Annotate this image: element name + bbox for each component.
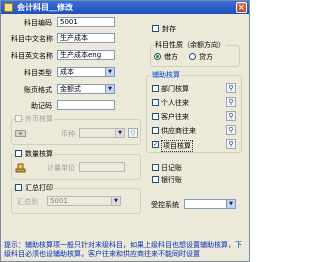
debit-radio[interactable] <box>154 53 161 60</box>
mnemonic-label: 助记码 <box>31 102 52 110</box>
aux-checkbox-project[interactable]: ✓ <box>152 141 159 148</box>
scale-icon <box>15 163 26 173</box>
format-label: 账页格式 <box>24 86 52 94</box>
summary-legend: 汇总打印 <box>24 183 54 193</box>
dialog-window: 会计科目＿修改 × 科目编码 5001 科目中文名称 生产成本 科目英文名称 生… <box>0 0 250 262</box>
mnemonic-input[interactable] <box>57 100 115 110</box>
quantity-legend: 数量核算 <box>24 149 54 159</box>
nature-legend: 科目性质（余额方向） <box>154 40 226 50</box>
aux-checkbox-dept[interactable] <box>152 85 159 92</box>
hint-text: 提示：辅助核算项一般只针对末级科目，如果上级科目也想设置辅助核算，下级科目必须也… <box>4 241 242 258</box>
cn-name-label: 科目中文名称 <box>11 35 53 43</box>
aux-label-supplier: 供应商往来 <box>161 127 196 135</box>
summary-target-label: 汇总到 <box>17 198 38 206</box>
cn-name-input[interactable]: 生产成本 <box>57 33 115 43</box>
chevron-down-icon[interactable]: ▼ <box>226 200 235 208</box>
chevron-down-icon[interactable]: ▼ <box>105 85 114 93</box>
summary-target-value: 5001 <box>50 197 68 205</box>
credit-radio[interactable] <box>189 53 196 60</box>
search-icon[interactable]: ⚲ <box>226 111 236 121</box>
bank-journal-checkbox[interactable] <box>152 176 159 183</box>
bank-journal-label: 银行账 <box>161 176 182 184</box>
code-label: 科目编码 <box>24 19 52 27</box>
search-icon[interactable]: ⚲ <box>226 139 236 149</box>
aux-label-project: 项目核算 <box>161 140 193 152</box>
currency-label: 币种 <box>61 130 75 138</box>
type-value: 成本 <box>60 68 74 76</box>
aux-label-personal: 个人往来 <box>161 99 189 107</box>
unit-input[interactable] <box>79 162 125 172</box>
currency-icon <box>15 130 26 137</box>
aux-checkbox-supplier[interactable] <box>152 127 159 134</box>
control-system-label: 受控系统 <box>151 201 179 209</box>
chevron-down-icon[interactable]: ▼ <box>111 197 120 205</box>
app-icon <box>4 3 13 12</box>
search-icon[interactable]: ⚲ <box>128 128 138 138</box>
aux-label-customer: 客户往来 <box>161 113 189 121</box>
debit-label: 借方 <box>164 53 178 61</box>
quantity-checkbox[interactable] <box>15 150 22 157</box>
radio-selected-dot <box>156 55 159 58</box>
summary-target-select[interactable]: 5001 ▼ <box>47 196 121 206</box>
seal-label: 封存 <box>162 25 176 33</box>
type-select[interactable]: 成本 ▼ <box>57 67 115 77</box>
code-input[interactable]: 5001 <box>57 17 115 27</box>
format-value: 金额式 <box>60 85 81 93</box>
aux-label-dept: 部门核算 <box>161 85 189 93</box>
title-bar[interactable]: 会计科目＿修改 × <box>1 1 249 14</box>
window-title: 会计科目＿修改 <box>17 3 73 12</box>
chevron-down-icon[interactable]: ▼ <box>115 129 124 137</box>
currency-select[interactable]: ▼ <box>79 128 125 138</box>
unit-label: 计量单位 <box>47 164 75 172</box>
credit-label: 贷方 <box>199 53 213 61</box>
daily-journal-label: 日记账 <box>161 164 182 172</box>
type-label: 科目类型 <box>24 69 52 77</box>
search-icon[interactable]: ⚲ <box>226 125 236 135</box>
format-select[interactable]: 金额式 ▼ <box>57 84 115 94</box>
daily-journal-checkbox[interactable] <box>152 164 159 171</box>
aux-checkbox-customer[interactable] <box>152 113 159 120</box>
aux-checkbox-personal[interactable] <box>152 99 159 106</box>
close-button[interactable]: × <box>236 2 247 13</box>
en-name-input[interactable]: 生产成本eng <box>57 50 115 60</box>
foreign-checkbox[interactable] <box>15 115 22 122</box>
search-icon[interactable]: ⚲ <box>226 83 236 93</box>
seal-checkbox[interactable] <box>152 25 159 32</box>
search-icon[interactable]: ⚲ <box>226 97 236 107</box>
en-name-label: 科目英文名称 <box>11 52 53 60</box>
summary-checkbox[interactable] <box>15 184 22 191</box>
chevron-down-icon[interactable]: ▼ <box>105 68 114 76</box>
foreign-legend: 外币核算 <box>24 114 54 124</box>
aux-legend: 辅助核算 <box>151 70 181 80</box>
control-system-select[interactable]: ▼ <box>184 199 236 209</box>
